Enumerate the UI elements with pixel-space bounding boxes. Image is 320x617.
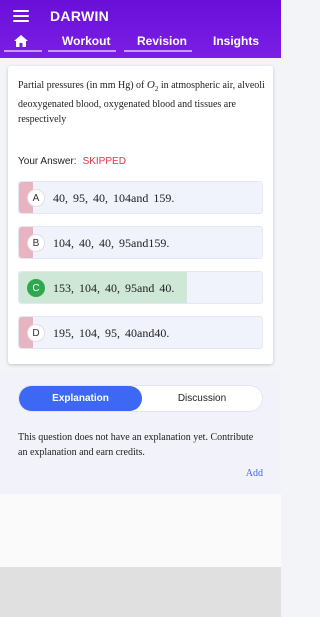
option-text: 153, 104, 40, 95and 40. (53, 281, 175, 295)
question-card: Partial pressures (in mm Hg) of O2 in at… (8, 66, 273, 364)
tab-workout[interactable]: Workout (62, 34, 110, 48)
revision-tab-underline (124, 50, 192, 52)
explanation-panel: Explanation Discussion This question doe… (0, 372, 281, 494)
option-d[interactable]: D 195, 104, 95, 40and40. (18, 316, 263, 349)
content-bottom-area (0, 494, 281, 567)
workout-tab-underline (48, 50, 116, 52)
explanation-tab[interactable]: Explanation (19, 386, 142, 411)
option-letter-badge: B (27, 234, 45, 252)
question-text-before: Partial pressures (in mm Hg) of (18, 80, 147, 91)
discussion-tab[interactable]: Discussion (142, 386, 262, 411)
explanation-discussion-toggle: Explanation Discussion (18, 385, 263, 412)
option-letter-badge-correct: C (27, 279, 45, 297)
no-explanation-message: This question does not have an explanati… (18, 432, 254, 458)
home-tab-underline (4, 50, 42, 52)
hamburger-menu-icon[interactable] (13, 10, 29, 22)
option-b[interactable]: B 104, 40, 40, 95and159. (18, 226, 263, 259)
question-text: Partial pressures (in mm Hg) of O2 in at… (18, 78, 268, 127)
option-a[interactable]: A 40, 95, 40, 104and 159. (18, 181, 263, 214)
formula-symbol: O (146, 79, 155, 91)
answer-status: SKIPPED (82, 156, 126, 167)
option-c[interactable]: C 153, 104, 40, 95and 40. (18, 271, 263, 304)
option-letter-badge: D (27, 324, 45, 342)
option-letter-badge: A (27, 189, 45, 207)
home-icon[interactable] (14, 35, 28, 47)
your-answer-label: Your Answer: (18, 156, 77, 167)
nav-tabs: Workout Revision Insights (0, 30, 281, 54)
bottom-bar (0, 567, 281, 617)
your-answer-row: Your Answer: SKIPPED (18, 156, 126, 167)
option-text: 104, 40, 40, 95and159. (53, 236, 170, 250)
tab-revision[interactable]: Revision (137, 34, 187, 48)
app-title: DARWIN (50, 8, 110, 24)
tab-insights[interactable]: Insights (213, 34, 259, 48)
option-text: 40, 95, 40, 104and 159. (53, 191, 175, 205)
app-header: DARWIN Workout Revision Insights (0, 0, 281, 58)
option-text: 195, 104, 95, 40and40. (53, 326, 170, 340)
add-explanation-link[interactable]: Add (246, 468, 263, 479)
